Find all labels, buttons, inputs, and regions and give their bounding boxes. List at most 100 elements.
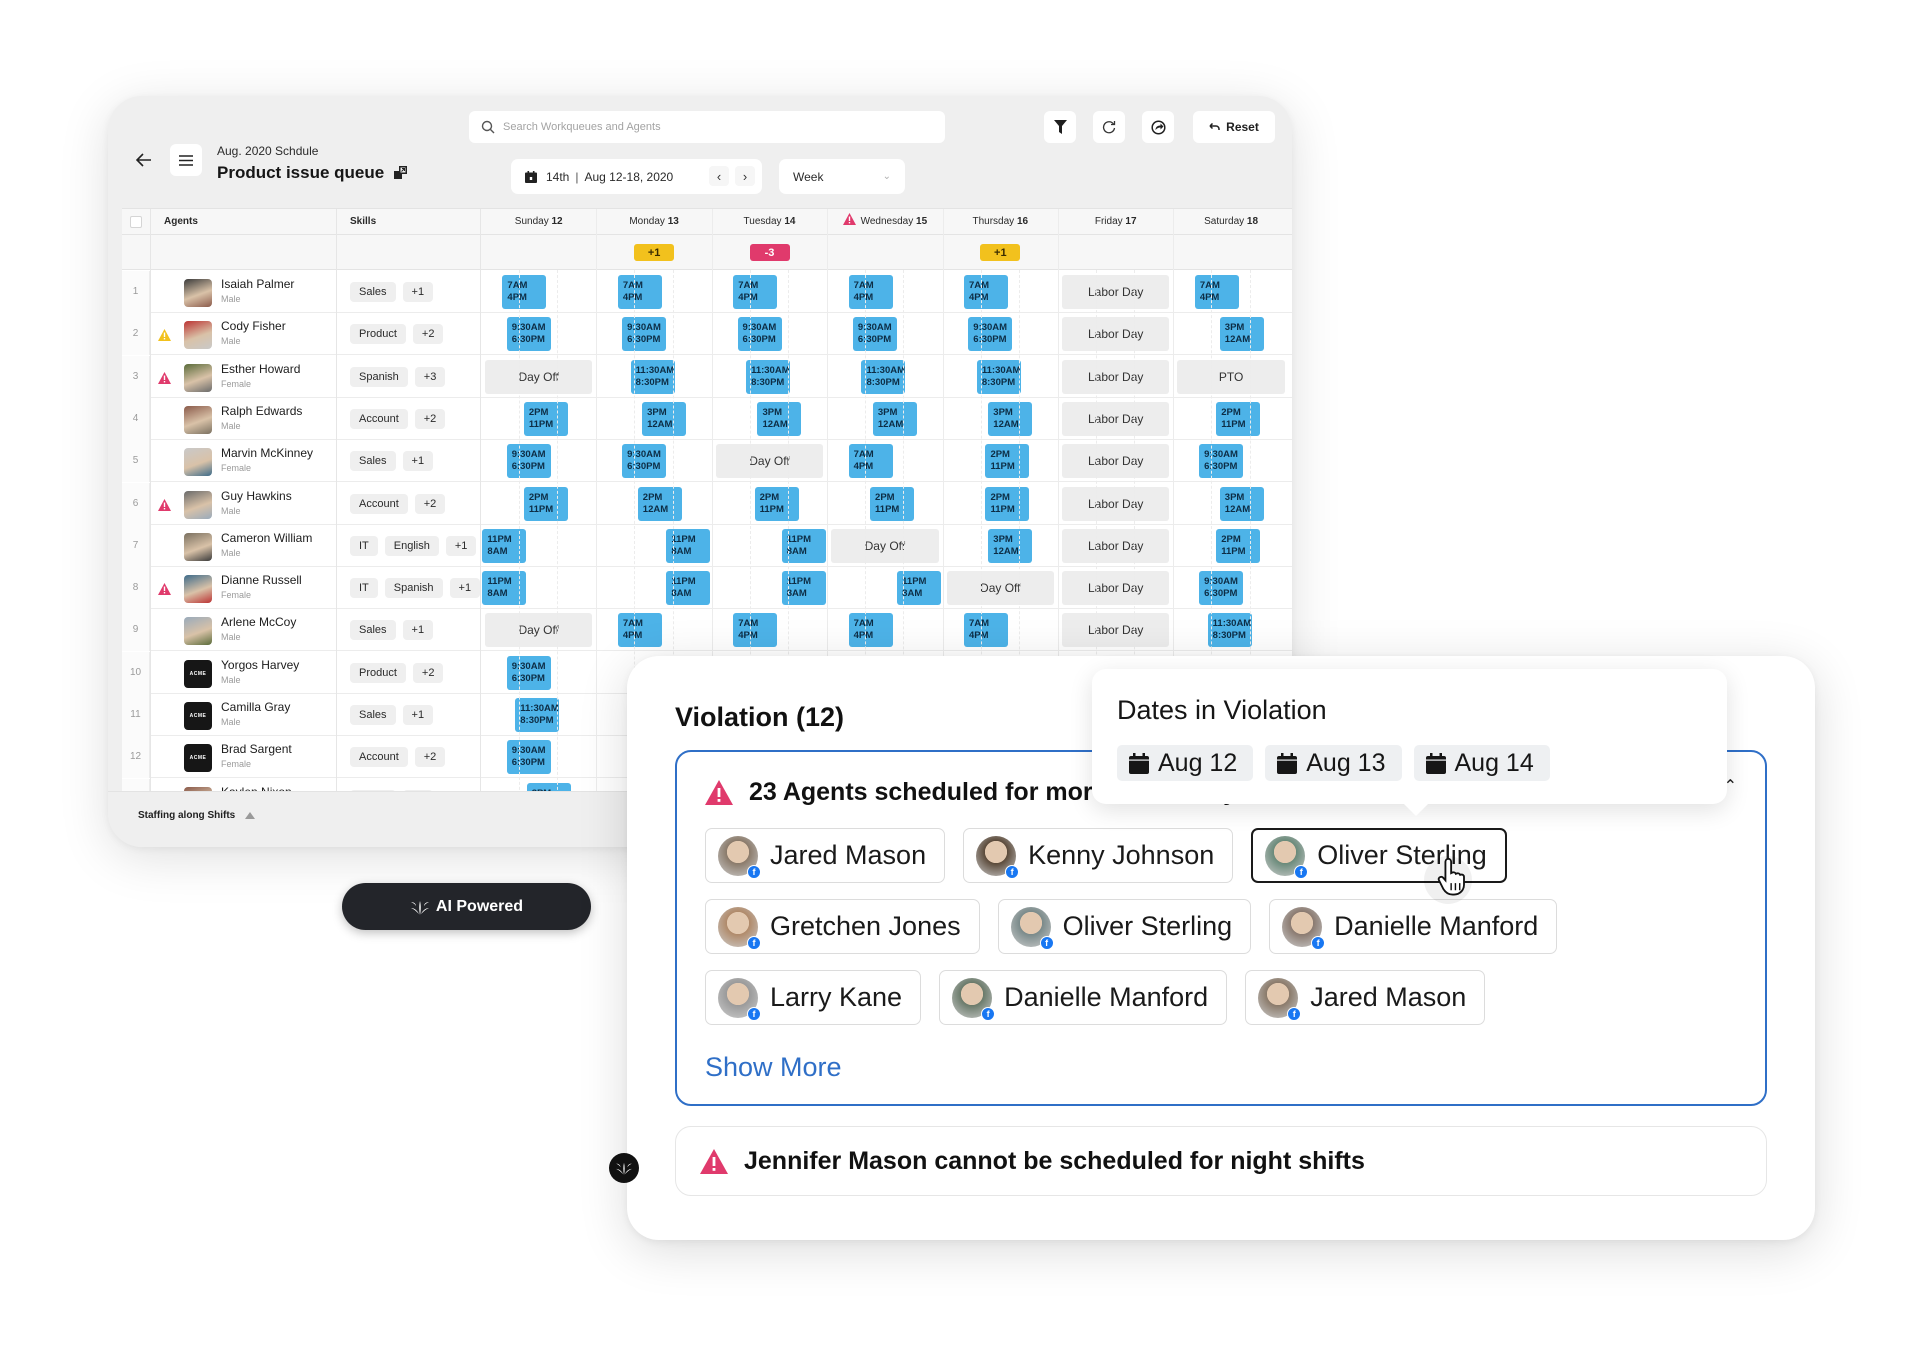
- agent-name[interactable]: Isaiah Palmer: [221, 277, 294, 291]
- agent-name[interactable]: Arlene McCoy: [221, 615, 296, 629]
- skill-chip[interactable]: Account: [350, 493, 408, 514]
- ai-powered-badge[interactable]: AI Powered: [342, 883, 591, 930]
- skill-chip[interactable]: Sales: [350, 282, 396, 302]
- holiday-block[interactable]: Labor Day: [1062, 444, 1170, 479]
- more-skills-chip[interactable]: +1: [445, 535, 477, 556]
- day-header-monday[interactable]: Monday 13: [596, 209, 711, 235]
- shift-block[interactable]: 2PM 12AM: [637, 486, 682, 521]
- date-range-picker[interactable]: 14th | Aug 12-18, 2020 ‹ ›: [511, 159, 762, 194]
- shift-block[interactable]: 7AM 4PM: [964, 613, 1009, 648]
- day-off-block[interactable]: Day Off: [485, 613, 593, 648]
- more-skills-chip[interactable]: +1: [402, 451, 434, 472]
- column-header-skills[interactable]: Skills: [350, 209, 376, 235]
- shift-block[interactable]: 11:30AM 8:30PM: [1207, 613, 1252, 648]
- table-row[interactable]: 3 Esther Howard Female Spanish +3 Day Off 11:3…: [122, 355, 1292, 398]
- skill-chip[interactable]: IT: [350, 535, 378, 556]
- table-row[interactable]: 4 Ralph Edwards Male Account +2 2PM 11PM 3PM 12A…: [122, 397, 1292, 440]
- filter-button[interactable]: [1044, 111, 1076, 143]
- skill-chip[interactable]: Product: [350, 662, 406, 683]
- date-chip[interactable]: Aug 12: [1117, 745, 1254, 781]
- shift-block[interactable]: 9:30AM 6:30PM: [622, 317, 667, 352]
- more-skills-chip[interactable]: +2: [412, 324, 444, 345]
- shift-block[interactable]: 2PM 11PM: [1216, 401, 1261, 436]
- skill-chip[interactable]: Sales: [350, 705, 396, 725]
- day-off-block[interactable]: Day Off: [715, 444, 824, 479]
- shift-block[interactable]: 2PM 11PM: [870, 486, 915, 521]
- day-header-sunday[interactable]: Sunday 12: [481, 209, 596, 235]
- shift-block[interactable]: 9:30AM 6:30PM: [506, 655, 551, 690]
- shift-block[interactable]: 7AM 4PM: [733, 275, 778, 309]
- shift-block[interactable]: 9:30AM 6:30PM: [852, 317, 897, 352]
- violation-card-collapsed[interactable]: Jennifer Mason cannot be scheduled for n…: [675, 1126, 1767, 1196]
- shift-block[interactable]: 3PM12AM: [988, 528, 1033, 563]
- skill-chip[interactable]: IT: [350, 578, 378, 599]
- menu-button[interactable]: [170, 144, 202, 176]
- skill-chip[interactable]: Account: [350, 408, 408, 429]
- ai-assistant-button[interactable]: [609, 1153, 639, 1183]
- shift-block[interactable]: 9:30AM 6:30PM: [1199, 444, 1244, 479]
- agent-name[interactable]: Camilla Gray: [221, 700, 290, 714]
- column-header-agents[interactable]: Agents: [164, 209, 198, 235]
- day-header-friday[interactable]: Friday 17: [1058, 209, 1173, 235]
- staffing-toggle[interactable]: Staffing along Shifts: [138, 810, 256, 821]
- holiday-block[interactable]: Labor Day: [1062, 275, 1170, 309]
- day-off-block[interactable]: Day Off: [946, 571, 1054, 606]
- skill-chip[interactable]: Sales: [350, 620, 396, 641]
- more-skills-chip[interactable]: +2: [414, 747, 446, 768]
- agent-chip[interactable]: f Oliver Sterling: [997, 899, 1252, 954]
- more-skills-chip[interactable]: +1: [402, 705, 434, 725]
- agent-chip[interactable]: f Danielle Manford: [1269, 899, 1558, 954]
- shift-block[interactable]: 2PM 11PM: [985, 444, 1030, 479]
- shift-block[interactable]: 7AM 4PM: [848, 275, 893, 309]
- table-row[interactable]: 9 Arlene McCoy Male Sales +1 Day Off 7AM 4PM 7AM…: [122, 609, 1292, 652]
- skill-chip[interactable]: Spanish: [350, 366, 408, 387]
- table-row[interactable]: 5 Marvin McKinney Female Sales +1 9:30AM 6:30P…: [122, 440, 1292, 483]
- date-chip[interactable]: Aug 14: [1413, 745, 1550, 781]
- agent-name[interactable]: Dianne Russell: [221, 573, 302, 587]
- shift-block[interactable]: 9:30AM 6:30PM: [506, 444, 551, 479]
- share-button[interactable]: [1142, 111, 1174, 143]
- shift-block[interactable]: 11:30AM 8:30PM: [746, 359, 791, 394]
- more-skills-chip[interactable]: +1: [402, 620, 434, 641]
- agent-name[interactable]: Brad Sargent: [221, 742, 292, 756]
- show-more-link[interactable]: Show More: [705, 1052, 842, 1083]
- shift-block[interactable]: 2PM 11PM: [523, 401, 568, 436]
- shift-block[interactable]: 3PM12AM: [988, 401, 1033, 436]
- prev-week-button[interactable]: ‹: [709, 166, 729, 186]
- agent-name[interactable]: Ralph Edwards: [221, 404, 302, 418]
- shift-block[interactable]: 9:30AM 6:30PM: [506, 317, 551, 352]
- more-skills-chip[interactable]: +1: [449, 578, 481, 599]
- holiday-block[interactable]: Labor Day: [1062, 317, 1170, 352]
- holiday-block[interactable]: Labor Day: [1062, 486, 1170, 521]
- table-row[interactable]: 2 Cody Fisher Male Product +2 9:30AM 6:30PM 9:3…: [122, 313, 1292, 356]
- shift-block[interactable]: 11:30AM 8:30PM: [976, 359, 1021, 394]
- search-field[interactable]: [469, 111, 945, 143]
- shift-block[interactable]: 3PM12AM: [1219, 486, 1264, 521]
- shift-block[interactable]: 7AM 4PM: [848, 444, 893, 479]
- refresh-button[interactable]: [1093, 111, 1125, 143]
- shift-block[interactable]: 2PM 11PM: [754, 486, 799, 521]
- agent-name[interactable]: Guy Hawkins: [221, 489, 292, 503]
- shift-block[interactable]: 2PM 11PM: [985, 486, 1030, 521]
- agent-name[interactable]: Cody Fisher: [221, 319, 286, 333]
- day-off-block[interactable]: Day Off: [831, 528, 939, 563]
- shift-block[interactable]: 7AM 4PM: [617, 613, 662, 648]
- agent-chip[interactable]: f Kenny Johnson: [963, 828, 1234, 883]
- more-skills-chip[interactable]: +2: [414, 493, 446, 514]
- select-all-checkbox[interactable]: [130, 216, 142, 228]
- holiday-block[interactable]: Labor Day: [1062, 571, 1170, 606]
- shift-block[interactable]: 7AM 4PM: [1194, 275, 1239, 309]
- agent-chip[interactable]: f Jared Mason: [705, 828, 946, 883]
- shift-block[interactable]: 3PM12AM: [757, 401, 802, 436]
- shift-block[interactable]: 9:30AM 6:30PM: [737, 317, 782, 352]
- day-header-tuesday[interactable]: Tuesday 14: [712, 209, 827, 235]
- agent-name[interactable]: Esther Howard: [221, 362, 300, 376]
- day-off-block[interactable]: Day Off: [485, 359, 593, 394]
- shift-block[interactable]: 2PM 11PM: [1216, 528, 1261, 563]
- shift-block[interactable]: 2PM 11PM: [523, 486, 568, 521]
- holiday-block[interactable]: Labor Day: [1062, 359, 1170, 394]
- shift-block[interactable]: 9:30AM 6:30PM: [506, 740, 551, 775]
- next-week-button[interactable]: ›: [735, 166, 755, 186]
- date-chip[interactable]: Aug 13: [1265, 745, 1402, 781]
- shift-block[interactable]: 9:30AM 6:30PM: [968, 317, 1013, 352]
